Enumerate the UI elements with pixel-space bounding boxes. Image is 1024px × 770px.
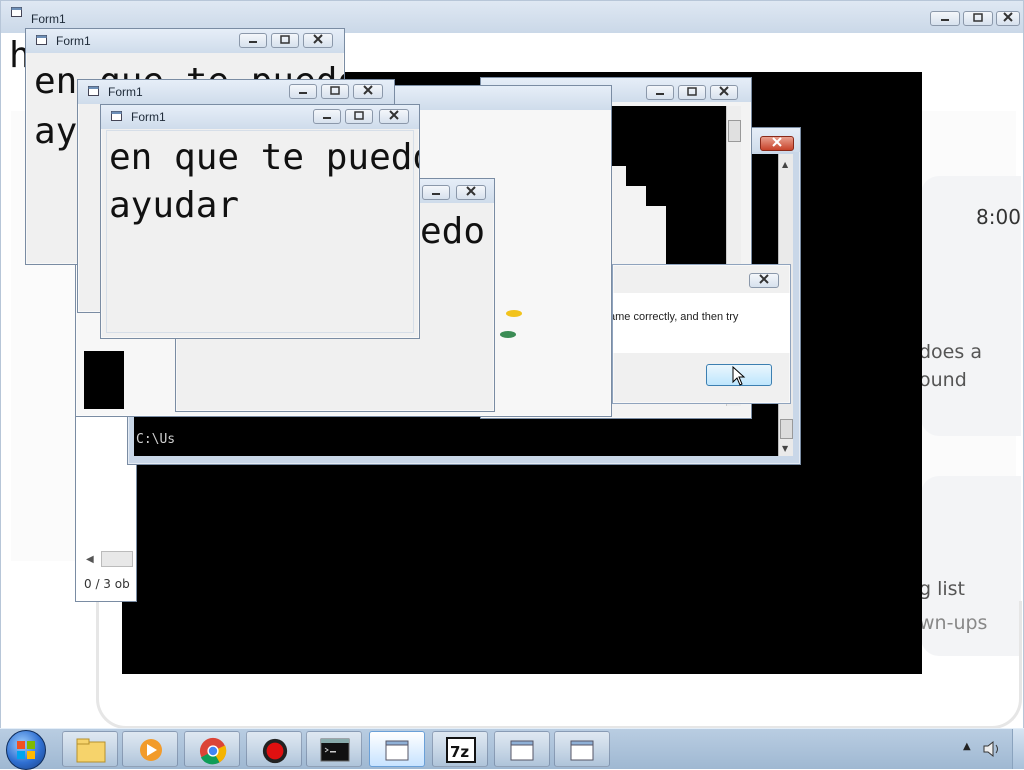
- maximize-button[interactable]: [678, 85, 706, 100]
- folder-icon: [570, 740, 594, 761]
- volume-icon[interactable]: [982, 740, 1002, 758]
- close-button[interactable]: [456, 185, 486, 200]
- taskbar-folder-2[interactable]: [494, 731, 550, 767]
- app-text-2: ound: [919, 369, 967, 391]
- console-close-button[interactable]: [760, 136, 794, 151]
- maximize-button[interactable]: [345, 109, 373, 124]
- close-button[interactable]: [996, 11, 1020, 26]
- horizontal-scrollbar[interactable]: [101, 551, 133, 567]
- close-button[interactable]: [710, 85, 738, 100]
- scroll-thumb[interactable]: [780, 419, 793, 439]
- taskbar-cmd[interactable]: [306, 731, 362, 767]
- dialog-close-button[interactable]: [749, 273, 779, 288]
- scroll-left-arrow[interactable]: ◀: [86, 554, 94, 565]
- form-icon: [111, 111, 122, 121]
- folder-icon: [510, 740, 534, 761]
- form-window-front: Form1 en que te puedo ayudar: [100, 104, 420, 339]
- tray-expand-icon[interactable]: ▲: [963, 741, 971, 752]
- form-icon: [88, 86, 99, 96]
- folder-icon: [76, 738, 106, 763]
- partial-form-text: edo: [420, 211, 486, 252]
- scroll-down-arrow[interactable]: ▼: [782, 444, 788, 453]
- partial-black-block: [84, 351, 124, 409]
- minimize-button[interactable]: [239, 33, 267, 48]
- error-dialog: ame correctly, and then try: [612, 264, 791, 404]
- scroll-thumb[interactable]: [728, 120, 741, 142]
- scroll-up-arrow[interactable]: ▲: [782, 160, 788, 169]
- folder-icon: [385, 740, 409, 761]
- taskbar-media-player[interactable]: [122, 731, 178, 767]
- record-icon: [262, 738, 288, 764]
- dialog-message: ame correctly, and then try: [612, 311, 739, 323]
- minimize-button[interactable]: [646, 85, 674, 100]
- taskbar-7zip[interactable]: 7z: [432, 731, 488, 767]
- minimize-button[interactable]: [313, 109, 341, 124]
- taskbar-folder-3[interactable]: [554, 731, 610, 767]
- close-button[interactable]: [303, 33, 333, 48]
- window-title: Form1: [108, 85, 143, 99]
- app-text-3: g list: [919, 578, 966, 600]
- dialog-message-area: [613, 293, 790, 353]
- minimize-button[interactable]: [422, 185, 450, 200]
- form-icon: [36, 35, 47, 45]
- window-title: Form1: [31, 12, 66, 26]
- 7zip-icon: 7z: [446, 737, 476, 763]
- chrome-icon: [199, 737, 227, 765]
- console-prompt: C:\Us: [136, 432, 176, 447]
- start-button[interactable]: [6, 730, 46, 770]
- maximize-button[interactable]: [963, 11, 993, 26]
- svg-text:7z: 7z: [450, 743, 469, 761]
- cmd-icon: [320, 738, 350, 762]
- status-text: 0 / 3 ob: [84, 577, 130, 591]
- show-desktop-button[interactable]: [1012, 729, 1024, 769]
- taskbar-recorder[interactable]: [246, 731, 302, 767]
- front-title-bar: Form1: [101, 105, 419, 129]
- green-dot: [500, 331, 516, 338]
- app-text-1: does a: [919, 341, 982, 363]
- form2-title-bar: Form1: [78, 80, 394, 104]
- close-button[interactable]: [379, 109, 409, 124]
- window-title: Form1: [56, 34, 91, 48]
- form-text-line1: en que te puedo: [109, 137, 420, 178]
- app-time: 8:00: [976, 205, 1021, 229]
- close-button[interactable]: [353, 84, 383, 99]
- maximize-button[interactable]: [321, 84, 349, 99]
- taskbar-explorer[interactable]: [62, 731, 118, 767]
- taskbar-folder-active[interactable]: [369, 731, 425, 767]
- yellow-dot: [506, 310, 522, 317]
- media-player-icon: [140, 739, 162, 761]
- taskbar: 7z ▲: [0, 728, 1024, 770]
- taskbar-chrome[interactable]: [184, 731, 240, 767]
- window-title: Form1: [131, 110, 166, 124]
- minimize-button[interactable]: [289, 84, 317, 99]
- windows-logo-icon: [17, 741, 35, 759]
- form-text-line2: ayudar: [109, 185, 240, 226]
- form1-title-bar: Form1: [26, 29, 344, 53]
- maximize-button[interactable]: [271, 33, 299, 48]
- form-icon: [11, 7, 22, 17]
- mouse-cursor-icon: [732, 366, 746, 386]
- minimize-button[interactable]: [930, 11, 960, 26]
